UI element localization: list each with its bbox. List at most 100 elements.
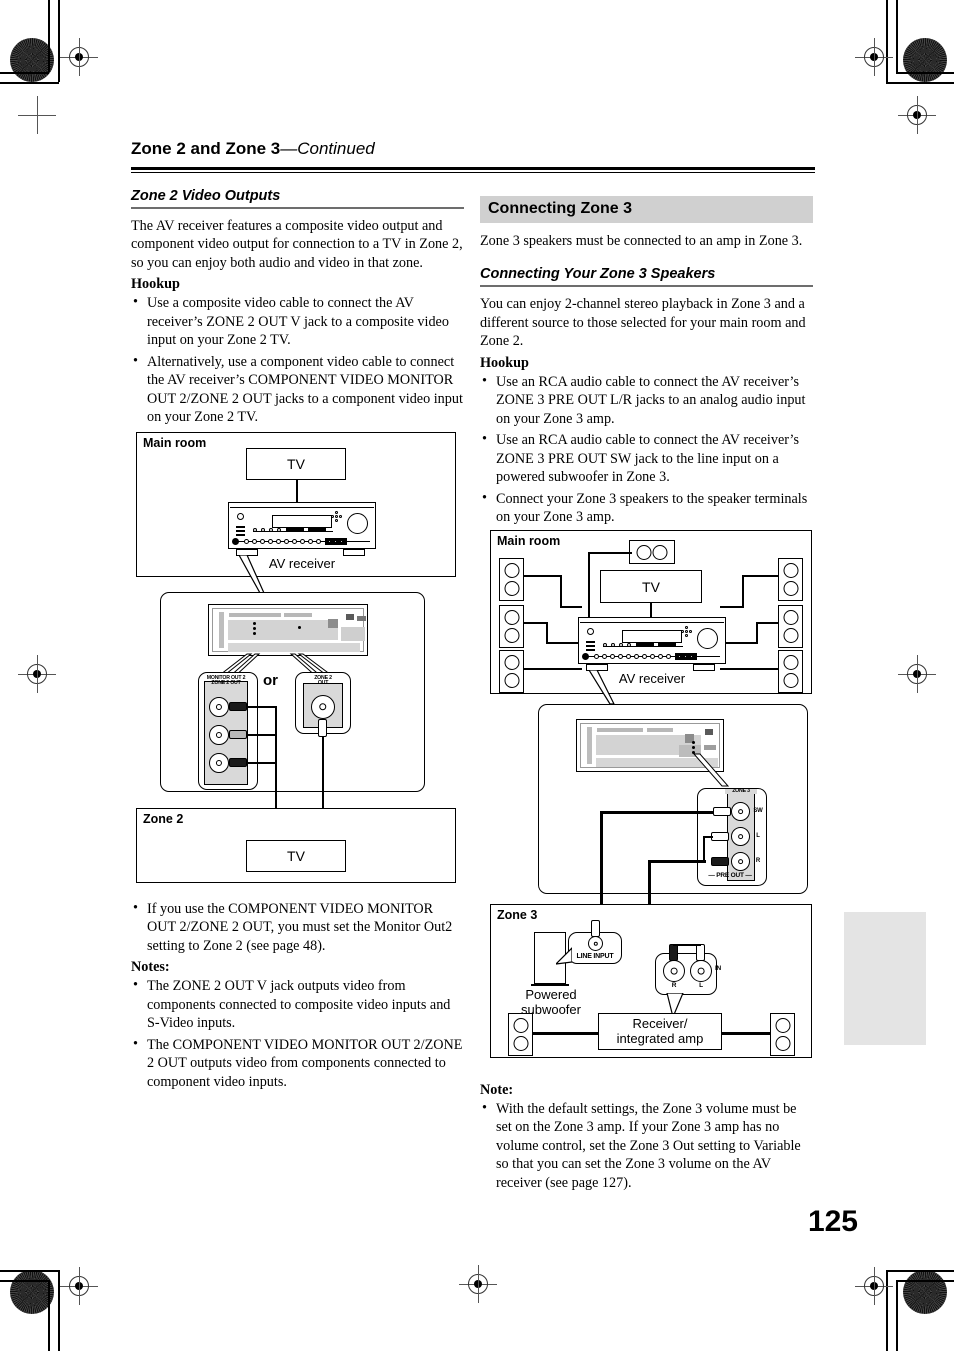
registration-mark-bottom-right [855,1267,893,1305]
manual-page: Zone 2 and Zone 3—Continued Zone 2 Video… [0,0,954,1351]
registration-mark-right-upper [898,96,936,134]
registration-mark-bottom-center [459,1265,497,1303]
after-diagram-list: If you use the COMPONENT VIDEO MONITOR O… [131,899,464,955]
list-item: Use an RCA audio cable to connect the AV… [480,372,813,428]
diagram-right-detail-leader [692,753,730,787]
plug-component-pb [229,730,247,739]
wire-front-left-h2 [560,606,582,608]
wire-center-speaker [588,552,632,554]
cable-component-y-h [247,706,277,708]
print-burst-bottom-right [903,1270,947,1314]
cable-zone3-lr-h [648,860,706,863]
diagram-right-main-room-label: Main room [497,534,561,548]
list-item: Use an RCA audio cable to connect the AV… [480,430,813,486]
crop-mark-bottom-left-h2 [0,1270,59,1272]
amp-jack-label-r: R [671,982,677,989]
zone2-intro-paragraph: The AV receiver features a composite vid… [131,218,463,271]
section-title-connecting-your-zone3-speakers: Connecting Your Zone 3 Speakers [480,266,716,283]
registration-mark-right-mid [898,655,936,693]
crop-mark-bottom-left-v [48,1280,50,1351]
diagram-left-rear-panel [208,604,368,656]
speaker-surround-left [499,605,524,648]
diagram-left-leader [238,555,265,594]
wire-front-right-v [742,577,744,608]
cable-component-y [275,706,277,736]
jack-zone3-l [731,827,750,846]
jack-component-pr [209,753,229,773]
jack-component-pb [209,725,229,745]
jack-amp-in-l [690,960,712,982]
list-item: If you use the COMPONENT VIDEO MONITOR O… [131,899,464,955]
wire-surround-left [524,622,546,624]
jack-zone3-sw [731,802,750,821]
wire-surround-right-v [756,624,758,644]
crop-mark-bottom-right-v [896,1280,898,1351]
chapter-thumb-tab [844,912,926,1045]
page-title-bold: Zone 2 and Zone 3 [131,139,281,158]
wire-front-right-h2 [720,606,744,608]
callout-dot-monitor-out2 [253,622,256,625]
wire-back-left [524,668,582,670]
diagram-right-zone3-label: ZONE 3 [725,788,757,795]
wire-zone3-right [721,1032,771,1035]
crop-mark-bottom-left-h [0,1280,49,1282]
section-rule [131,207,464,209]
page-title: Zone 2 and Zone 3—Continued [131,139,375,159]
diagram-left-zone2-label: Zone 2 [143,812,184,826]
wire-zone3-left [533,1032,599,1035]
diagram-left-jack-1-label: MONITOR OUT 2 ZONE 2 OUT [206,675,246,687]
diagram-right-zone3-label: Zone 3 [497,908,538,922]
wire-front-right [742,575,778,577]
diagram-right-tv: TV [600,570,702,603]
wire-tv-to-receiver-right [650,603,652,617]
list-item: The ZONE 2 OUT V jack outputs video from… [131,976,464,1032]
crop-mark-top-right-v [896,0,898,72]
plug-zone3-l [711,832,729,841]
hookup-list-right: Use an RCA audio cable to connect the AV… [480,372,813,527]
callout-dot-zone3-l [692,746,695,749]
zone3-amp: Receiver/ integrated amp [598,1013,722,1050]
speaker-surround-right [778,605,803,648]
crop-mark-top-right-h2 [886,82,954,84]
jack-zone3-r [731,852,750,871]
plug-component-y [229,702,247,711]
list-item: The COMPONENT VIDEO MONITOR OUT 2/ZONE 2… [131,1035,464,1091]
crop-mark-top-left-v [48,0,50,72]
cable-component-pr-h [247,762,277,764]
wire-center-speaker-v [588,552,590,617]
list-item: Alternatively, use a component video cab… [131,352,464,427]
callout-dot-zone3-sw [692,741,695,744]
page-title-continued: —Continued [280,139,375,158]
diagram-left-main-room-label: Main room [143,436,207,450]
cable-zone3-sw-h [600,811,713,814]
amp-cable-bridge [673,944,701,946]
jack-line-input [588,936,603,951]
speaker-surround-back-left [499,650,524,693]
diagram-left-tv: TV [246,448,346,480]
zone3-speaker-right [770,1013,795,1056]
wire-surround-right [756,622,778,624]
amp-caption-line1: Receiver/ [632,1016,688,1032]
wire-back-right [720,668,778,670]
speaker-front-right [778,558,803,601]
callout-dot-zone2-out [298,626,301,629]
wire-surround-left-v [546,622,548,644]
plug-zone3-r [711,857,729,866]
note-list-right: With the default settings, the Zone 3 vo… [480,1099,813,1192]
plug-amp-in-l [696,944,705,961]
registration-mark-top-left [60,38,98,76]
jack-zone2-out-v [311,695,335,719]
hookup-label-right: Hookup [480,354,529,371]
plug-component-pr [229,758,247,767]
registration-mark-bottom-left [60,1267,98,1305]
diagram-left-jack-2-label: ZONE 2 OUT [314,675,332,687]
jack-label-l: L [756,833,760,839]
speaker-center [629,540,675,564]
registration-mark-left-mid [18,655,56,693]
crop-mark-top-right-h [896,72,954,74]
section-heading-connecting-zone3: Connecting Zone 3 [480,196,813,223]
jack-label-sw: SW [753,808,763,814]
zone3-speaker-left [508,1013,533,1056]
section-rule-right [480,285,813,288]
list-item: Connect your Zone 3 speakers to the spea… [480,489,813,527]
